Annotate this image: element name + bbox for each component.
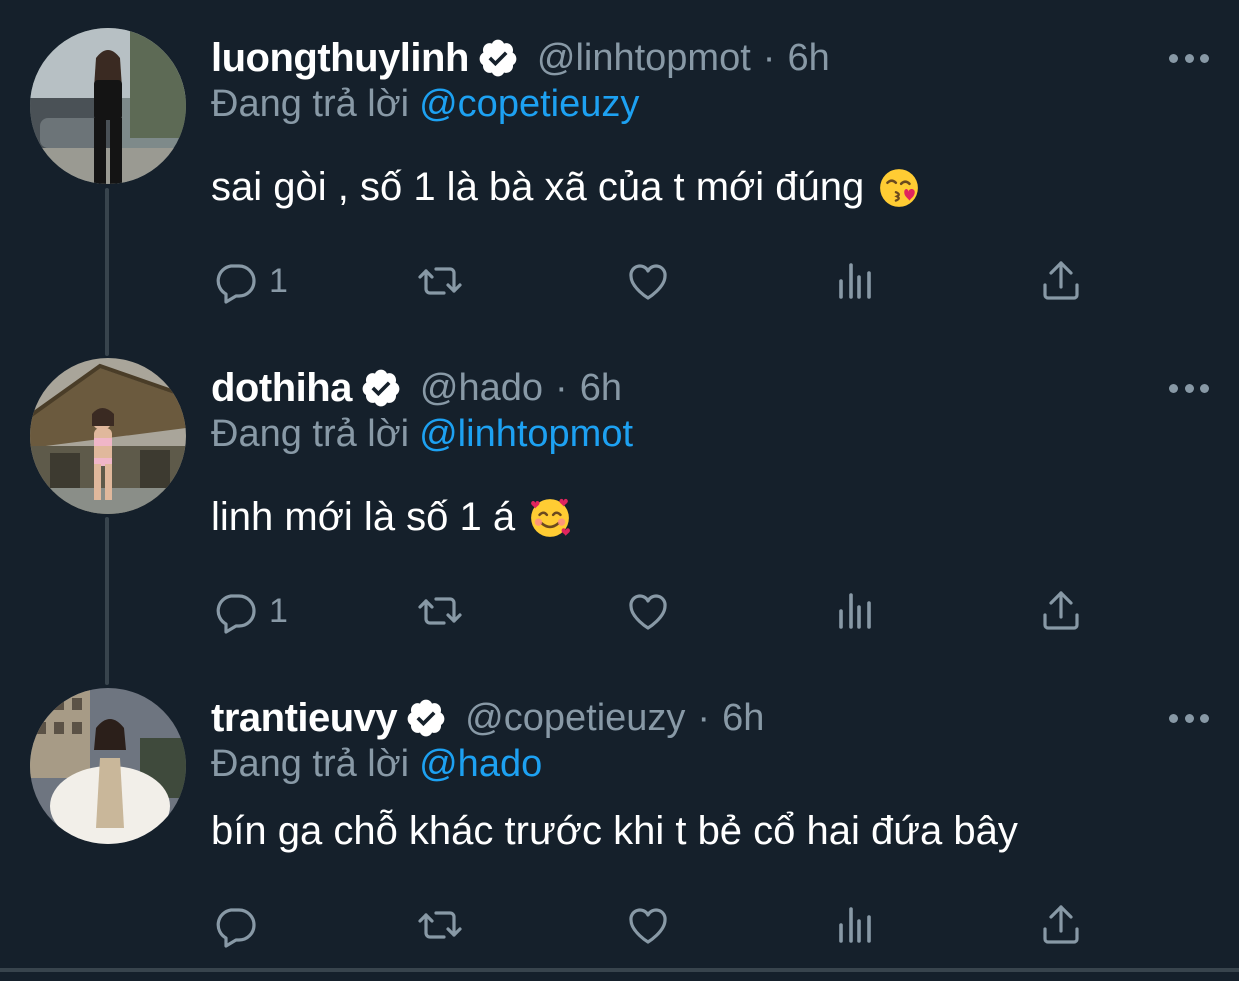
like-icon	[629, 908, 667, 944]
retweet-button[interactable]	[416, 900, 464, 950]
replying-to: Đang trả lời @copetieuzy	[211, 83, 639, 126]
share-icon	[1043, 591, 1079, 630]
reply-count: 1	[269, 591, 288, 630]
tweet-text-content: bín ga chỗ khác trước khi t bẻ cổ hai đứ…	[211, 809, 1018, 853]
replying-prefix: Đang trả lời	[211, 83, 410, 125]
separator: ·	[697, 696, 711, 739]
reply-icon	[216, 594, 256, 634]
reply-icon	[216, 908, 256, 948]
handle[interactable]: @hado	[420, 367, 543, 410]
analytics-button[interactable]	[831, 256, 879, 306]
smiling-face-with-hearts-emoji	[531, 498, 571, 537]
like-button[interactable]	[624, 256, 672, 306]
tweet-text: linh mới là số 1 á	[211, 495, 571, 540]
analytics-button[interactable]	[831, 900, 879, 950]
divider	[0, 968, 1239, 972]
tweet-actions	[211, 900, 1091, 950]
separator: ·	[762, 36, 776, 79]
tweet-text: bín ga chỗ khác trước khi t bẻ cổ hai đứ…	[211, 809, 1018, 854]
tweet[interactable]: trantieuvy @copetieuzy · 6h Đang trả lời…	[0, 688, 1239, 973]
tweet-actions: 1	[211, 586, 1091, 636]
timestamp[interactable]: 6h	[787, 37, 829, 80]
replying-to: Đang trả lời @hado	[211, 743, 542, 786]
tweet-text: sai gòi , số 1 là bà xã của t mới đúng	[211, 165, 920, 210]
reply-button[interactable]: 1	[211, 586, 288, 636]
retweet-icon	[418, 597, 462, 625]
replying-prefix: Đang trả lời	[211, 743, 410, 785]
display-name[interactable]: luongthuylinh	[211, 36, 469, 81]
share-icon	[1043, 261, 1079, 300]
handle[interactable]: @copetieuzy	[465, 697, 685, 740]
like-icon	[629, 594, 667, 630]
display-name[interactable]: trantieuvy	[211, 696, 398, 741]
reply-button[interactable]	[211, 900, 259, 950]
more-icon[interactable]	[1169, 703, 1209, 733]
mention-link[interactable]: @copetieuzy	[419, 83, 639, 125]
tweet[interactable]: luongthuylinh @linhtopmot · 6h Đang trả …	[0, 28, 1239, 323]
tweet-actions: 1	[211, 256, 1091, 306]
timestamp[interactable]: 6h	[580, 367, 622, 410]
analytics-button[interactable]	[831, 586, 879, 636]
display-name[interactable]: dothiha	[211, 366, 352, 411]
reply-count: 1	[269, 261, 288, 300]
face-blowing-kiss-emoji	[880, 168, 919, 207]
retweet-button[interactable]	[416, 586, 464, 636]
mention-link[interactable]: @hado	[419, 743, 542, 785]
like-button[interactable]	[624, 586, 672, 636]
retweet-icon	[418, 267, 462, 295]
tweet-text-content: sai gòi , số 1 là bà xã của t mới đúng	[211, 165, 865, 209]
handle[interactable]: @linhtopmot	[537, 37, 751, 80]
share-icon	[1043, 905, 1079, 944]
like-icon	[629, 264, 667, 300]
avatar[interactable]	[30, 358, 186, 514]
analytics-icon	[839, 907, 871, 943]
more-icon[interactable]	[1169, 373, 1209, 403]
timestamp[interactable]: 6h	[722, 697, 764, 740]
verified-icon	[479, 39, 517, 77]
replying-to: Đang trả lời @linhtopmot	[211, 413, 633, 456]
reply-button[interactable]: 1	[211, 256, 288, 306]
like-button[interactable]	[624, 900, 672, 950]
reply-icon	[216, 264, 256, 304]
retweet-button[interactable]	[416, 256, 464, 306]
share-button[interactable]	[1037, 586, 1085, 636]
analytics-icon	[839, 263, 871, 299]
separator: ·	[555, 366, 568, 409]
avatar[interactable]	[30, 688, 186, 844]
verified-icon	[407, 699, 445, 737]
retweet-icon	[418, 911, 462, 939]
tweet-text-content: linh mới là số 1 á	[211, 495, 516, 539]
replying-prefix: Đang trả lời	[211, 413, 410, 455]
mention-link[interactable]: @linhtopmot	[419, 413, 633, 455]
share-button[interactable]	[1037, 900, 1085, 950]
analytics-icon	[839, 593, 871, 629]
tweet[interactable]: dothiha @hado · 6h Đang trả lời @linhtopm…	[0, 358, 1239, 653]
avatar[interactable]	[30, 28, 186, 184]
more-icon[interactable]	[1169, 43, 1209, 73]
verified-icon	[362, 369, 400, 407]
share-button[interactable]	[1037, 256, 1085, 306]
